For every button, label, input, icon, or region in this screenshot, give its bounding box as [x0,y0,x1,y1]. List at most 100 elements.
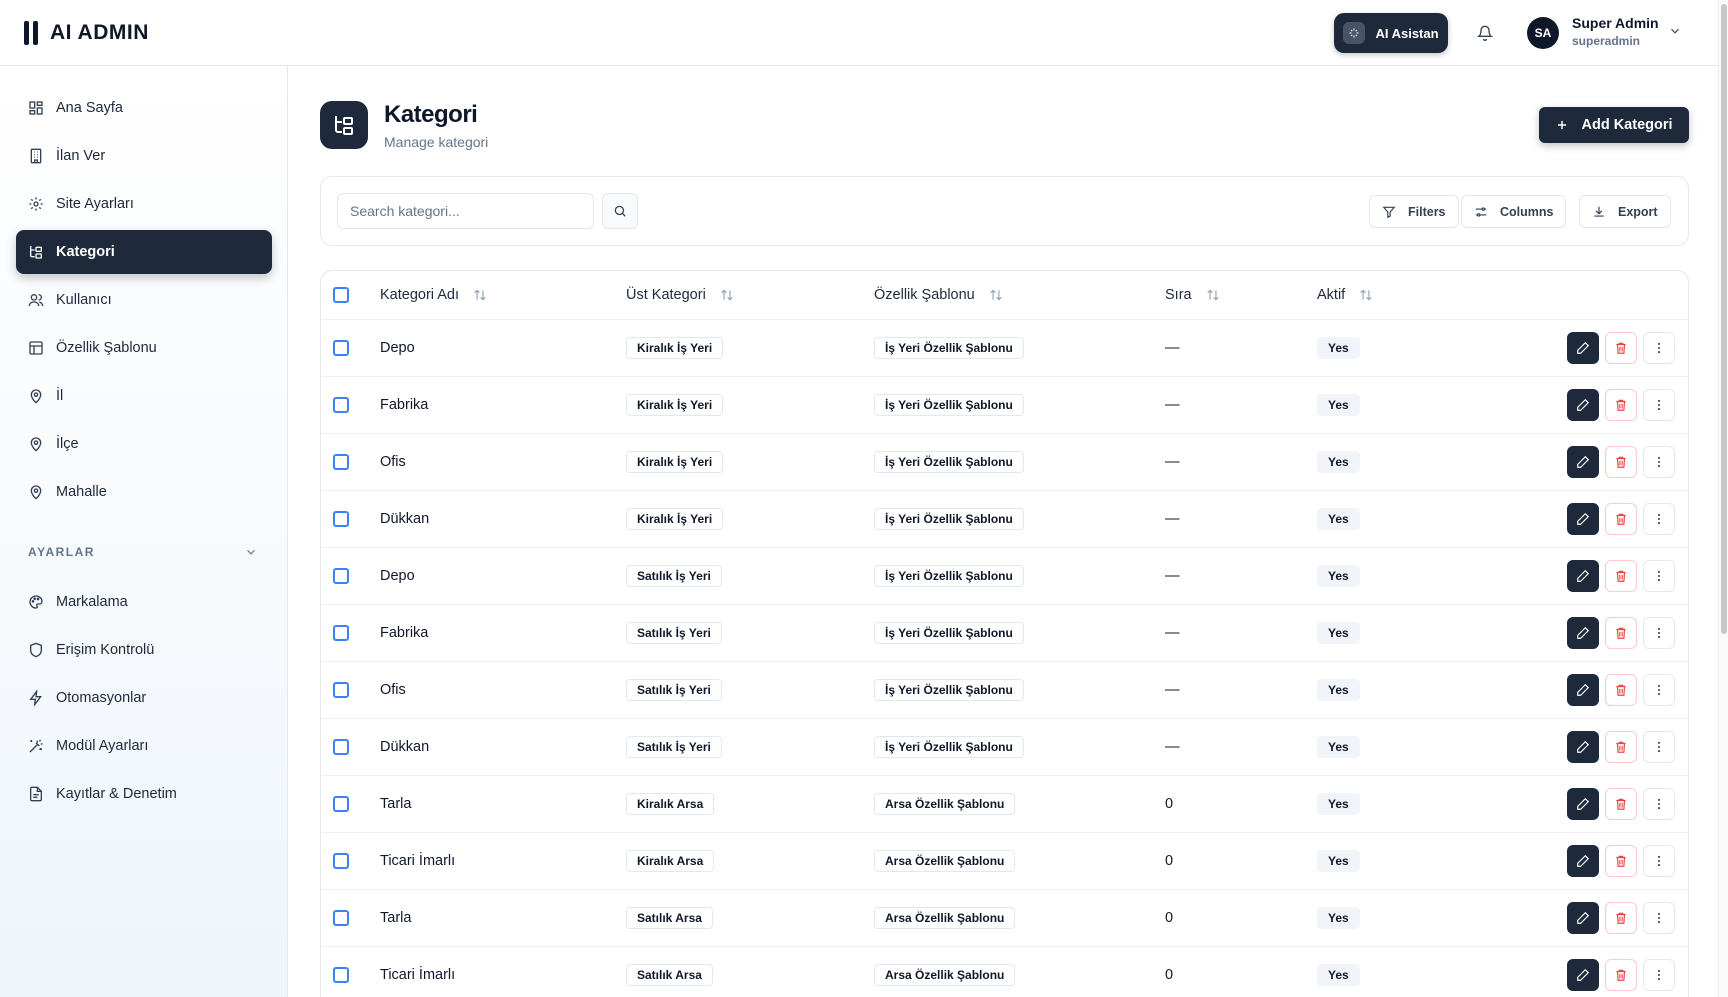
row-checkbox[interactable] [333,340,349,356]
sidebar-item-markalama[interactable]: Markalama [16,580,272,624]
column-header-ust-kategori[interactable]: Üst Kategori [626,287,734,303]
delete-button[interactable] [1605,845,1637,877]
edit-button[interactable] [1567,503,1599,535]
row-checkbox[interactable] [333,853,349,869]
edit-button[interactable] [1567,617,1599,649]
table-row[interactable]: Tarla Kiralık Arsa Arsa Özellik Şablonu 0 Ye… [321,776,1688,833]
row-checkbox[interactable] [333,568,349,584]
more-actions-button[interactable] [1643,503,1675,535]
table-row[interactable]: Ticari İmarlı Kiralık Arsa Arsa Özellik Şa… [321,833,1688,890]
table-row[interactable]: Fabrika Satılık İş Yeri İş Yeri Özellik Şa… [321,605,1688,662]
select-all-checkbox[interactable] [333,287,349,303]
sidebar-item-site-ayarlari[interactable]: Site Ayarları [16,182,272,226]
edit-button[interactable] [1567,788,1599,820]
search-input[interactable] [337,193,594,229]
app-logo[interactable]: AI ADMIN [24,21,149,45]
row-checkbox[interactable] [333,454,349,470]
edit-button[interactable] [1567,332,1599,364]
sidebar-item-ilce[interactable]: İlçe [16,422,272,466]
table-row[interactable]: Depo Satılık İş Yeri İş Yeri Özellik Şablo… [321,548,1688,605]
columns-button[interactable]: Columns [1461,195,1567,228]
sidebar-item-modul-ayarlari[interactable]: Modül Ayarları [16,724,272,768]
sidebar-item-ana-sayfa[interactable]: Ana Sayfa [16,86,272,130]
delete-button[interactable] [1605,788,1637,820]
sidebar-item-kayitlar-denetim[interactable]: Kayıtlar & Denetim [16,772,272,816]
row-checkbox[interactable] [333,625,349,641]
table-row[interactable]: Ofis Satılık İş Yeri İş Yeri Özellik Şablo… [321,662,1688,719]
column-header-ozellik-sablonu[interactable]: Özellik Şablonu [874,287,1003,303]
more-actions-button[interactable] [1643,959,1675,991]
table-row[interactable]: Depo Kiralık İş Yeri İş Yeri Özellik Şablo… [321,320,1688,377]
more-actions-button[interactable] [1643,446,1675,478]
row-checkbox[interactable] [333,796,349,812]
row-checkbox[interactable] [333,910,349,926]
add-kategori-button[interactable]: Add Kategori [1539,107,1689,143]
delete-button[interactable] [1605,674,1637,706]
chevron-down-icon[interactable] [244,545,258,564]
trash-icon [1616,456,1626,468]
sidebar-item-ozellik-sablonu[interactable]: Özellik Şablonu [16,326,272,370]
sidebar-item-otomasyonlar[interactable]: Otomasyonlar [16,676,272,720]
column-header-aktif[interactable]: Aktif [1317,287,1373,303]
ai-assistant-button[interactable]: AI Asistan [1334,13,1448,53]
sidebar-item-kategori[interactable]: Kategori [16,230,272,274]
sidebar-item-ilan-ver[interactable]: İlan Ver [16,134,272,178]
export-button[interactable]: Export [1579,195,1671,228]
row-checkbox[interactable] [333,967,349,983]
sidebar-item-label: Site Ayarları [56,196,134,212]
delete-button[interactable] [1605,560,1637,592]
edit-button[interactable] [1567,389,1599,421]
edit-button[interactable] [1567,560,1599,592]
edit-button[interactable] [1567,902,1599,934]
filters-button[interactable]: Filters [1369,195,1459,228]
more-actions-button[interactable] [1643,731,1675,763]
sidebar-item-mahalle[interactable]: Mahalle [16,470,272,514]
column-header-sira[interactable]: Sıra [1165,287,1220,303]
row-checkbox[interactable] [333,511,349,527]
template-badge: İş Yeri Özellik Şablonu [874,679,1024,701]
column-header-kategori-adi[interactable]: Kategori Adı [380,287,487,303]
table-row[interactable]: Tarla Satılık Arsa Arsa Özellik Şablonu 0 Ye… [321,890,1688,947]
delete-button[interactable] [1605,902,1637,934]
sidebar-item-erisim-kontrolu[interactable]: Erişim Kontrolü [16,628,272,672]
delete-button[interactable] [1605,389,1637,421]
search-button[interactable] [602,193,638,229]
edit-button[interactable] [1567,446,1599,478]
more-actions-button[interactable] [1643,845,1675,877]
table-row[interactable]: Fabrika Kiralık İş Yeri İş Yeri Özellik Şa… [321,377,1688,434]
chevron-down-icon[interactable] [1668,24,1682,43]
more-actions-button[interactable] [1643,617,1675,649]
table-row[interactable]: Dükkan Kiralık İş Yeri İş Yeri Özellik Şab… [321,491,1688,548]
scrollbar-thumb[interactable] [1721,4,1727,634]
more-actions-button[interactable] [1643,902,1675,934]
user-name[interactable]: Super Admin [1572,15,1659,31]
bolt-icon [29,690,42,706]
more-actions-button[interactable] [1643,389,1675,421]
delete-button[interactable] [1605,731,1637,763]
more-actions-button[interactable] [1643,560,1675,592]
sidebar-item-kullanici[interactable]: Kullanıcı [16,278,272,322]
row-checkbox[interactable] [333,397,349,413]
more-actions-button[interactable] [1643,788,1675,820]
edit-button[interactable] [1567,845,1599,877]
delete-button[interactable] [1605,617,1637,649]
table-row[interactable]: Ticari İmarlı Satılık Arsa Arsa Özellik Şa… [321,947,1688,997]
delete-button[interactable] [1605,446,1637,478]
bell-icon[interactable] [1474,22,1496,44]
table-row[interactable]: Ofis Kiralık İş Yeri İş Yeri Özellik Şablo… [321,434,1688,491]
more-actions-button[interactable] [1643,332,1675,364]
more-actions-button[interactable] [1643,674,1675,706]
avatar[interactable]: SA [1527,17,1559,49]
sidebar-item-il[interactable]: İl [16,374,272,418]
pencil-icon [1577,797,1590,810]
table-row[interactable]: Dükkan Satılık İş Yeri İş Yeri Özellik Şab… [321,719,1688,776]
row-checkbox[interactable] [333,739,349,755]
row-checkbox[interactable] [333,682,349,698]
delete-button[interactable] [1605,959,1637,991]
delete-button[interactable] [1605,332,1637,364]
edit-button[interactable] [1567,674,1599,706]
edit-button[interactable] [1567,959,1599,991]
edit-button[interactable] [1567,731,1599,763]
page-scrollbar[interactable] [1718,0,1728,997]
delete-button[interactable] [1605,503,1637,535]
